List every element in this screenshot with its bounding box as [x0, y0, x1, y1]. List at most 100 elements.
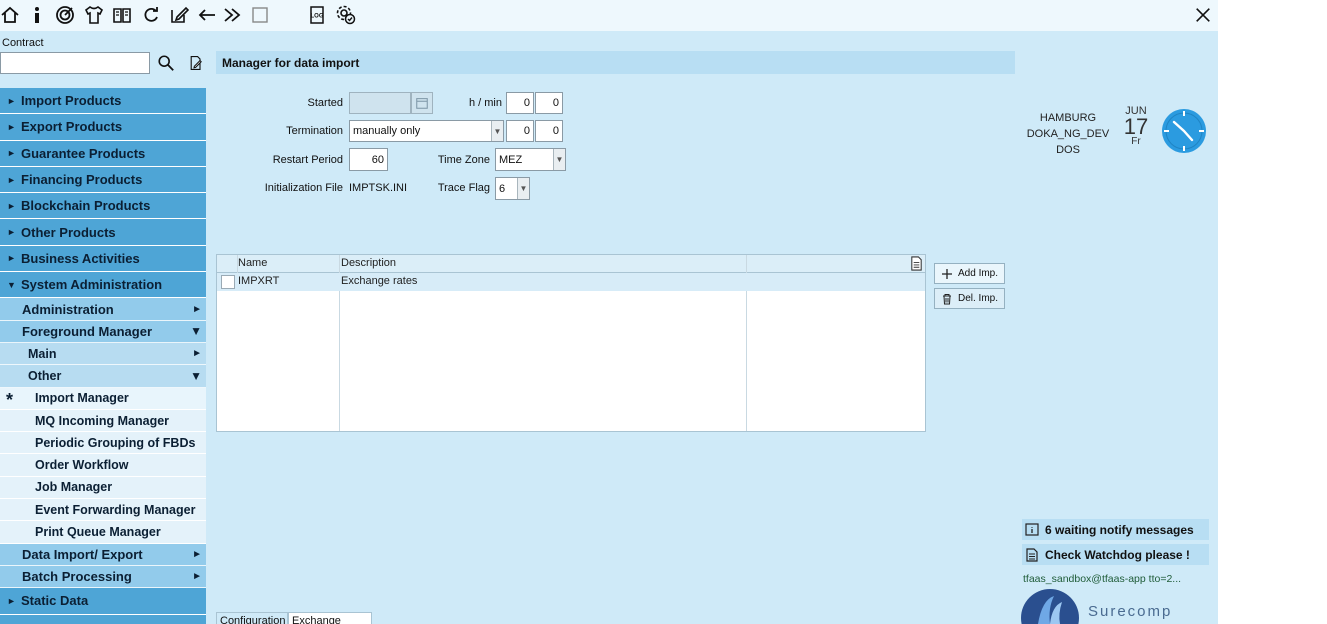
expand-arrow-icon: ► — [192, 303, 202, 315]
menu-label: Business Activities — [21, 250, 140, 266]
termination-minute-field[interactable]: 0 — [535, 120, 563, 142]
menu-label: Blockchain Products — [21, 198, 151, 214]
menu-label: Import Products — [21, 93, 122, 109]
menu-label: Event Forwarding Manager — [35, 502, 196, 517]
menu-label: Data Import/ Export — [22, 546, 143, 562]
brand-name: Surecomp — [1088, 603, 1173, 620]
menu-data-import-export[interactable]: Data Import/ Export ► — [0, 543, 206, 566]
book-icon[interactable] — [110, 3, 134, 27]
menu-label: Administration — [22, 301, 114, 317]
restart-label: Restart Period — [272, 154, 343, 166]
tab-configuration[interactable]: Configuration — [216, 612, 288, 624]
collapse-arrow-icon: ▼ — [7, 279, 16, 290]
target-icon[interactable] — [53, 3, 77, 27]
timezone-label: Time Zone — [437, 154, 490, 166]
menu-blockchain-products[interactable]: ► Blockchain Products — [0, 193, 206, 220]
search-icon[interactable] — [155, 53, 177, 73]
back-icon[interactable] — [195, 3, 219, 27]
sidebar-menu: ► Import Products ► Export Products ► Guara… — [0, 88, 206, 624]
stop-icon[interactable] — [248, 3, 272, 27]
tab-exchange-rates[interactable]: Exchange rates — [288, 612, 372, 624]
contract-input[interactable] — [0, 52, 150, 74]
user-session: tfaas_sandbox@tfaas-app tto=2... — [1023, 573, 1182, 585]
location-line: DOKA_NG_DEV — [1026, 128, 1110, 140]
close-icon[interactable] — [1190, 3, 1216, 27]
column-header-name[interactable]: Name — [238, 257, 267, 269]
clock-icon — [1160, 108, 1208, 154]
hmin-label: h / min — [468, 97, 502, 109]
menu-print-queue-manager[interactable]: Print Queue Manager — [0, 521, 206, 544]
collapse-arrow-icon: ▼ — [190, 368, 202, 383]
shirt-icon[interactable] — [82, 3, 106, 27]
menu-label: Batch Processing — [22, 569, 132, 585]
export-document-icon[interactable] — [909, 256, 925, 272]
trace-flag-value: 6 — [499, 182, 506, 195]
restart-period-field[interactable]: 60 — [349, 148, 388, 171]
column-header-description[interactable]: Description — [341, 257, 396, 269]
timezone-select[interactable]: MEZ ▼ — [495, 148, 566, 171]
menu-label: Export Products — [21, 119, 123, 135]
forward-icon[interactable] — [220, 3, 244, 27]
document-icon — [1026, 547, 1038, 562]
menu-financing-products[interactable]: ► Financing Products — [0, 166, 206, 194]
menu-system-administration[interactable]: ▼ System Administration — [0, 272, 206, 299]
chevron-down-icon: ▼ — [491, 121, 503, 141]
refresh-icon[interactable] — [139, 3, 163, 27]
trace-flag-select[interactable]: 6 ▼ — [495, 177, 530, 200]
svg-text:LOG: LOG — [311, 14, 324, 20]
menu-mq-incoming-manager[interactable]: MQ Incoming Manager — [0, 409, 206, 433]
menu-administration[interactable]: Administration ► — [0, 298, 206, 321]
menu-other[interactable]: Other ▼ — [0, 365, 206, 388]
delete-import-label: Del. Imp. — [958, 293, 999, 304]
menu-export-products[interactable]: ► Export Products — [0, 114, 206, 141]
notify-text: 6 waiting notify messages — [1045, 522, 1194, 537]
expand-arrow-icon: ► — [192, 348, 202, 360]
table-header: Name Description — [217, 255, 925, 273]
add-import-button[interactable]: Add Imp. — [934, 263, 1005, 284]
started-hour-field[interactable]: 0 — [506, 92, 534, 114]
watchdog-banner[interactable]: Check Watchdog please ! — [1022, 544, 1209, 565]
menu-foreground-manager[interactable]: Foreground Manager ▼ — [0, 320, 206, 343]
row-name: IMPXRT — [238, 275, 280, 287]
edit-icon[interactable] — [167, 3, 191, 27]
menu-label: Main — [28, 346, 57, 361]
menu-job-manager[interactable]: Job Manager — [0, 476, 206, 500]
menu-label: System Administration — [21, 277, 163, 293]
menu-other-products[interactable]: ► Other Products — [0, 219, 206, 246]
contract-label: Contract — [2, 37, 44, 49]
menu-label: MQ Incoming Manager — [35, 413, 170, 428]
menu-more[interactable] — [0, 614, 206, 624]
menu-label: Guarantee Products — [21, 145, 146, 161]
row-checkbox[interactable] — [221, 275, 235, 289]
termination-hour-field[interactable]: 0 — [506, 120, 534, 142]
home-icon[interactable] — [0, 3, 22, 27]
settings-check-icon[interactable] — [334, 3, 358, 27]
delete-import-button[interactable]: Del. Imp. — [934, 288, 1005, 309]
menu-event-forwarding-manager[interactable]: Event Forwarding Manager — [0, 499, 206, 522]
calendar-icon[interactable] — [411, 92, 433, 114]
menu-periodic-grouping[interactable]: Periodic Grouping of FBDs — [0, 432, 206, 455]
menu-import-products[interactable]: ► Import Products — [0, 88, 206, 115]
notify-messages-banner[interactable]: 6 waiting notify messages — [1022, 519, 1209, 540]
menu-label: Periodic Grouping of FBDs — [35, 435, 196, 450]
termination-value: manually only — [353, 125, 421, 137]
menu-business-activities[interactable]: ► Business Activities — [0, 245, 206, 273]
menu-label: Financing Products — [21, 172, 143, 188]
expand-arrow-icon: ► — [7, 227, 16, 238]
active-marker: * — [6, 389, 14, 410]
log-icon[interactable]: LOG — [305, 3, 329, 27]
menu-order-workflow[interactable]: Order Workflow — [0, 454, 206, 477]
menu-main[interactable]: Main ► — [0, 342, 206, 366]
menu-import-manager[interactable]: * Import Manager — [0, 387, 206, 410]
menu-guarantee-products[interactable]: ► Guarantee Products — [0, 140, 206, 167]
info-icon[interactable] — [25, 3, 49, 27]
started-minute-field[interactable]: 0 — [535, 92, 563, 114]
location-line: HAMBURG — [1039, 112, 1097, 124]
termination-select[interactable]: manually only ▼ — [349, 120, 504, 142]
menu-static-data[interactable]: ► Static Data — [0, 588, 206, 615]
table-row[interactable]: IMPXRT Exchange rates — [217, 273, 925, 291]
edit-document-icon[interactable] — [185, 53, 207, 73]
page-title: Manager for data import — [216, 51, 1015, 74]
expand-arrow-icon: ► — [7, 95, 16, 106]
menu-batch-processing[interactable]: Batch Processing ► — [0, 565, 206, 589]
